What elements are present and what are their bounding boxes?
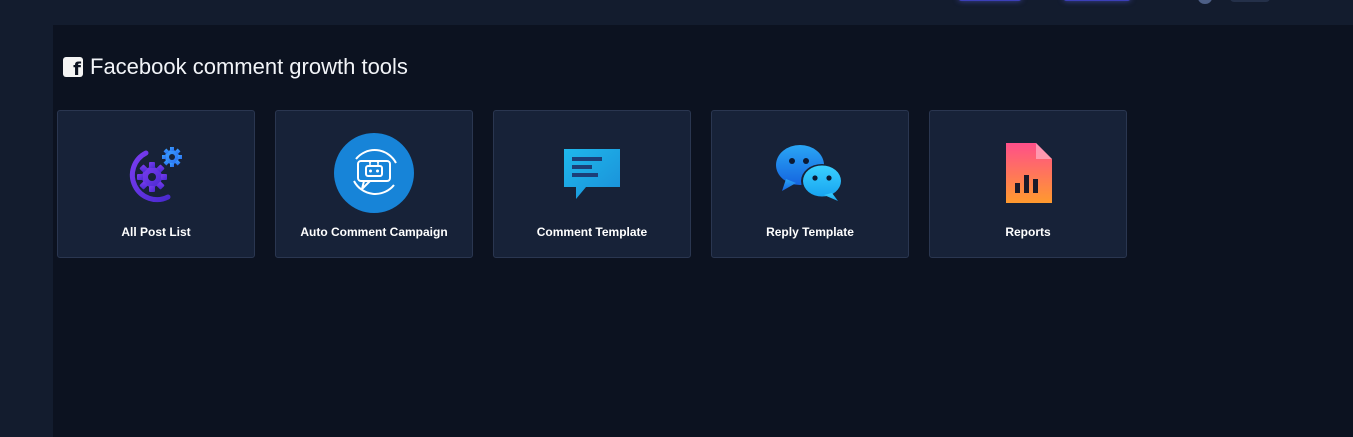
comment-lines-icon [564, 149, 620, 199]
facebook-square-icon: f [63, 57, 83, 77]
section-title: Facebook comment growth tools [90, 54, 408, 79]
tool-card-label: All Post List [121, 225, 191, 239]
tool-card-auto-comment-campaign[interactable]: Auto Comment Campaign [275, 110, 473, 258]
chat-bubbles-icon [776, 145, 843, 201]
tool-card-label: Comment Template [536, 225, 648, 239]
tool-card-reports[interactable]: Reports [929, 110, 1127, 258]
section-heading: f Facebook comment growth tools [63, 54, 408, 80]
main-content: f Facebook comment growth tools All Post… [53, 25, 1353, 437]
tool-card-comment-template[interactable]: Comment Template [493, 110, 691, 258]
top-navbar [0, 0, 1353, 25]
user-menu[interactable] [1230, 0, 1270, 2]
tool-card-label: Reports [1005, 225, 1051, 239]
tool-card-reply-template[interactable]: Reply Template [711, 110, 909, 258]
tool-card-label: Reply Template [766, 225, 854, 239]
sidebar [0, 25, 53, 437]
gears-icon [129, 147, 182, 203]
tool-card-label: Auto Comment Campaign [300, 225, 448, 239]
navbar-button[interactable] [958, 0, 1022, 1]
navbar-button[interactable] [1063, 0, 1131, 1]
avatar[interactable] [1198, 0, 1212, 4]
tool-card-all-post-list[interactable]: All Post List [57, 110, 255, 258]
chatbot-icon [334, 133, 414, 213]
report-document-icon [1006, 143, 1052, 203]
